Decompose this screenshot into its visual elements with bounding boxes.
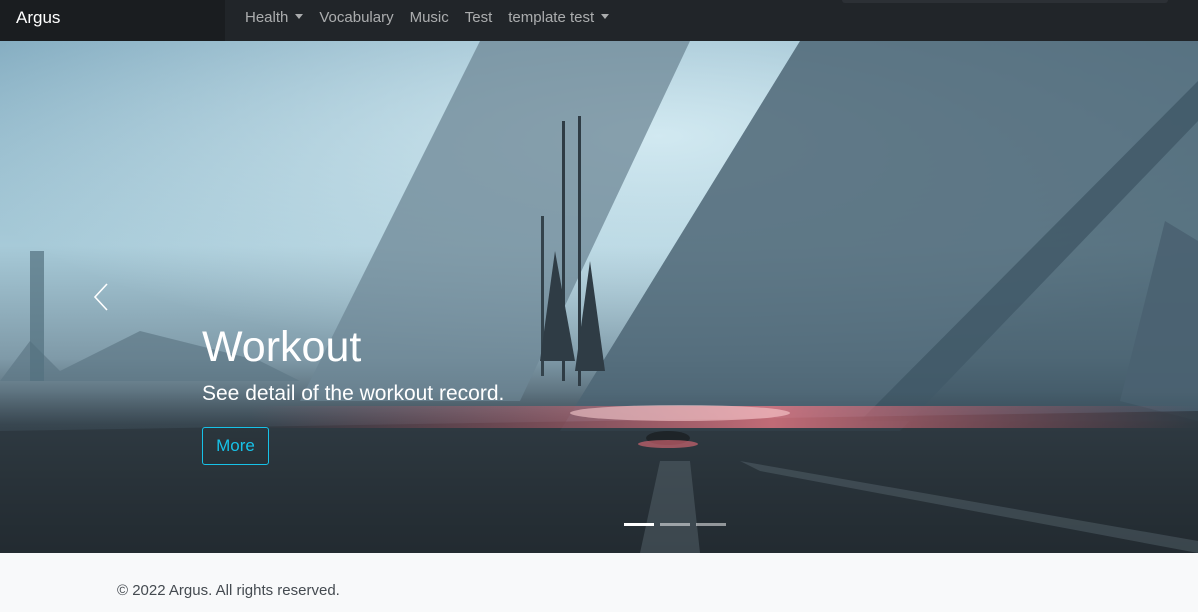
brand-link[interactable]: Argus [0,0,225,41]
nav-item-template-test[interactable]: template test [500,0,617,35]
carousel-indicator-2[interactable] [660,523,690,526]
caret-down-icon [601,14,610,19]
nav-item-music[interactable]: Music [402,0,457,35]
copyright-text: © 2022 Argus. All rights reserved. [117,582,340,599]
slide-description: See detail of the workout record. [202,382,505,405]
caret-down-icon [295,14,304,19]
hero-carousel: Workout See detail of the workout record… [0,41,1198,553]
nav-item-label: Health [245,9,289,26]
nav-item-label: template test [508,9,595,26]
nav-item-label: Vocabulary [319,9,394,26]
carousel-indicator-1[interactable] [624,523,654,526]
chevron-left-icon [93,283,108,311]
slide-title: Workout [202,323,362,371]
nav-item-test[interactable]: Test [457,0,501,35]
carousel-prev-button[interactable] [78,271,124,323]
nav-item-label: Music [409,9,449,26]
nav-item-vocabulary[interactable]: Vocabulary [311,0,401,35]
nav-item-health[interactable]: Health [237,0,311,35]
navbar-search-edge [842,0,1168,3]
hero-background-image [0,41,1198,553]
carousel-indicator-3[interactable] [696,523,726,526]
carousel-caption: Workout See detail of the workout record… [202,321,504,409]
page-footer: © 2022 Argus. All rights reserved. [0,553,1198,612]
carousel-indicators [624,523,726,526]
more-button[interactable]: More [202,427,269,465]
nav-item-label: Test [464,9,493,26]
top-navbar: Argus Health Vocabulary Music Test templ… [0,0,1198,41]
main-nav: Health Vocabulary Music Test template te… [237,0,617,35]
